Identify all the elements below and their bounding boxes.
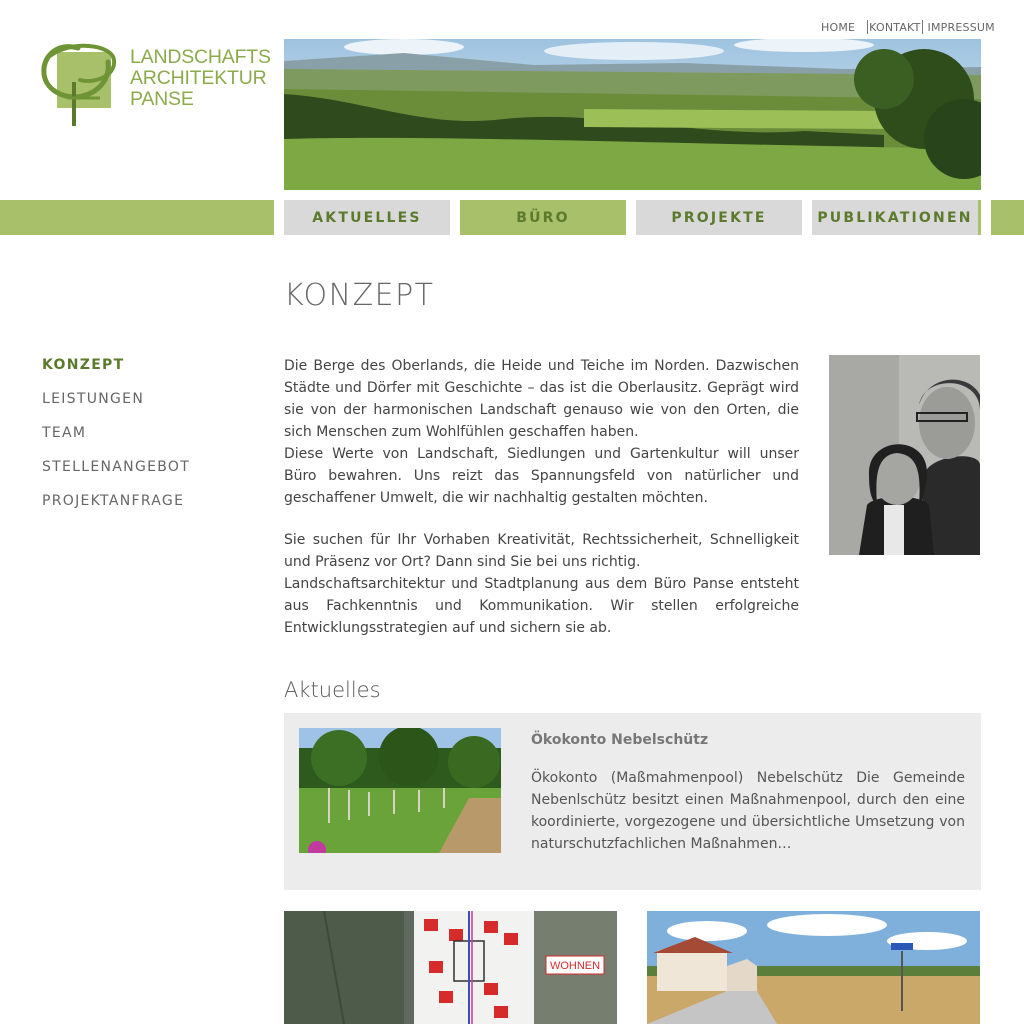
page-title: KONZEPT <box>284 278 435 313</box>
news-card[interactable]: Ökokonto Nebelschütz Ökokonto (Maßmahmen… <box>284 713 981 890</box>
sidebar-nav: KONZEPT LEISTUNGEN TEAM STELLENANGEBOT P… <box>42 355 190 525</box>
nav-bar-accent-left <box>0 200 274 235</box>
header-landscape-image <box>284 39 981 190</box>
news-title[interactable]: Ökokonto Nebelschütz <box>531 732 708 748</box>
logo-line: LANDSCHAFTS <box>130 46 271 68</box>
nav-aktuelles[interactable]: AKTUELLES <box>284 200 450 235</box>
home-link[interactable]: HOME <box>821 21 855 34</box>
paragraph: Sie suchen für Ihr Vorhaben Kreativität,… <box>284 532 799 570</box>
plan-label: WOHNEN <box>550 960 600 972</box>
news-thumbnail-plan[interactable]: WOHNEN <box>284 911 617 1024</box>
news-thumbnail-village[interactable] <box>647 911 980 1024</box>
sidebar-item-stellenangebot[interactable]: STELLENANGEBOT <box>42 457 190 491</box>
paragraph: Die Berge des Oberlands, die Heide und T… <box>284 358 799 440</box>
logo-wordmark: LANDSCHAFTS ARCHITEKTUR PANSE <box>130 47 271 110</box>
paragraph: Landschaftsarchitektur und Stadtplanung … <box>284 576 799 636</box>
sidebar-item-leistungen[interactable]: LEISTUNGEN <box>42 389 190 423</box>
sidebar-item-team[interactable]: TEAM <box>42 423 190 457</box>
top-links: HOME KONTAKT IMPRESSUM <box>821 20 995 34</box>
nav-bar-accent-right <box>991 200 1024 235</box>
news-section-title: Aktuelles <box>284 678 381 702</box>
sidebar-item-konzept[interactable]: KONZEPT <box>42 355 190 389</box>
impressum-link[interactable]: IMPRESSUM <box>928 21 995 34</box>
logo-line: ARCHITEKTUR <box>130 67 267 89</box>
nav-divider <box>978 200 981 235</box>
nav-publikationen[interactable]: PUBLIKATIONEN <box>812 200 978 235</box>
news-image[interactable] <box>299 728 501 853</box>
link-divider <box>921 20 923 34</box>
logo-line: PANSE <box>130 88 194 110</box>
logo[interactable]: LANDSCHAFTS ARCHITEKTUR PANSE <box>40 38 271 130</box>
link-divider <box>867 20 869 34</box>
intro-text: Die Berge des Oberlands, die Heide und T… <box>284 355 799 639</box>
nav-buero[interactable]: BÜRO <box>460 200 626 235</box>
nav-projekte[interactable]: PROJEKTE <box>636 200 802 235</box>
team-portrait-image <box>829 355 980 555</box>
sidebar-item-projektanfrage[interactable]: PROJEKTANFRAGE <box>42 491 190 525</box>
kontakt-link[interactable]: KONTAKT <box>869 21 920 34</box>
news-excerpt: Ökokonto (Maßmahmenpool) Nebelschütz Die… <box>531 770 965 852</box>
paragraph: Diese Werte von Landschaft, Siedlungen u… <box>284 446 799 506</box>
logo-emblem-icon <box>41 43 117 126</box>
